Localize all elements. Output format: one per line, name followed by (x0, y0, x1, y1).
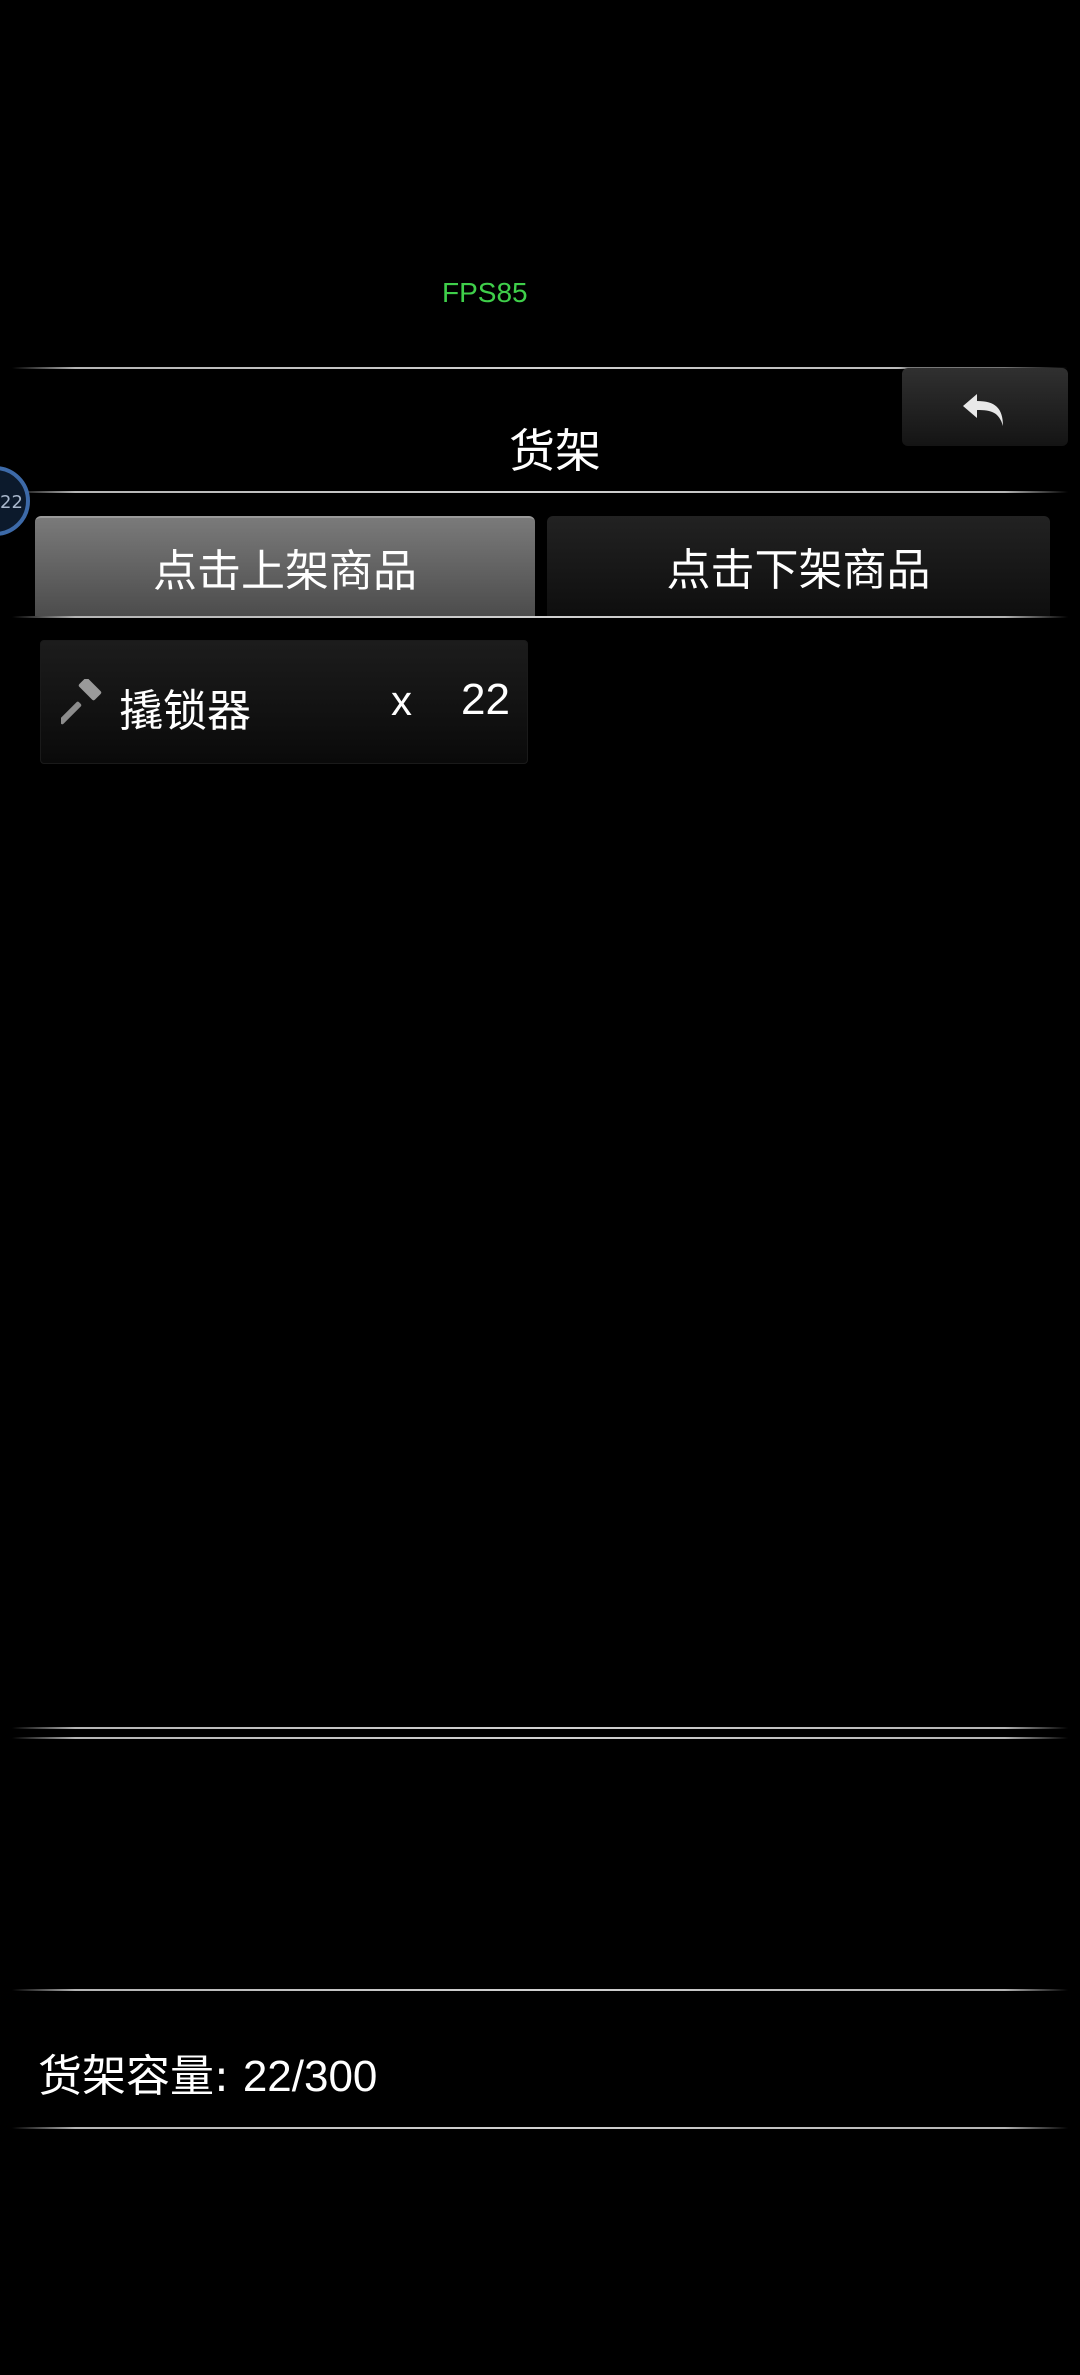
back-button[interactable] (902, 368, 1068, 446)
item-multiplier: x (391, 677, 412, 724)
back-arrow-icon (963, 394, 1003, 426)
shelf-item[interactable]: 撬锁器 x 22 (40, 640, 528, 764)
item-quantity: 22 (461, 675, 510, 724)
footer-top-divider (12, 1989, 1068, 1991)
tab-unlist-goods[interactable]: 点击下架商品 (547, 516, 1050, 616)
capacity-label: 货架容量: (38, 2051, 243, 2102)
hammer-icon (61, 679, 102, 725)
header-bottom-divider (12, 491, 1068, 493)
tabs-bottom-divider (12, 616, 1068, 618)
tab-list-goods[interactable]: 点击上架商品 (35, 516, 535, 616)
item-name: 撬锁器 (119, 686, 251, 737)
list-bottom-divider-1 (12, 1727, 1068, 1729)
avatar-level: 22 (0, 492, 23, 513)
footer-bottom-divider (12, 2127, 1068, 2129)
tab-unlist-goods-label: 点击下架商品 (666, 545, 931, 596)
list-bottom-divider-2 (12, 1737, 1068, 1739)
tab-list-goods-label: 点击上架商品 (153, 546, 417, 597)
shelf-capacity: 货架容量: 22/300 (38, 2040, 377, 2104)
fps-counter: FPS85 (442, 277, 528, 308)
capacity-value: 22/300 (242, 2052, 378, 2101)
